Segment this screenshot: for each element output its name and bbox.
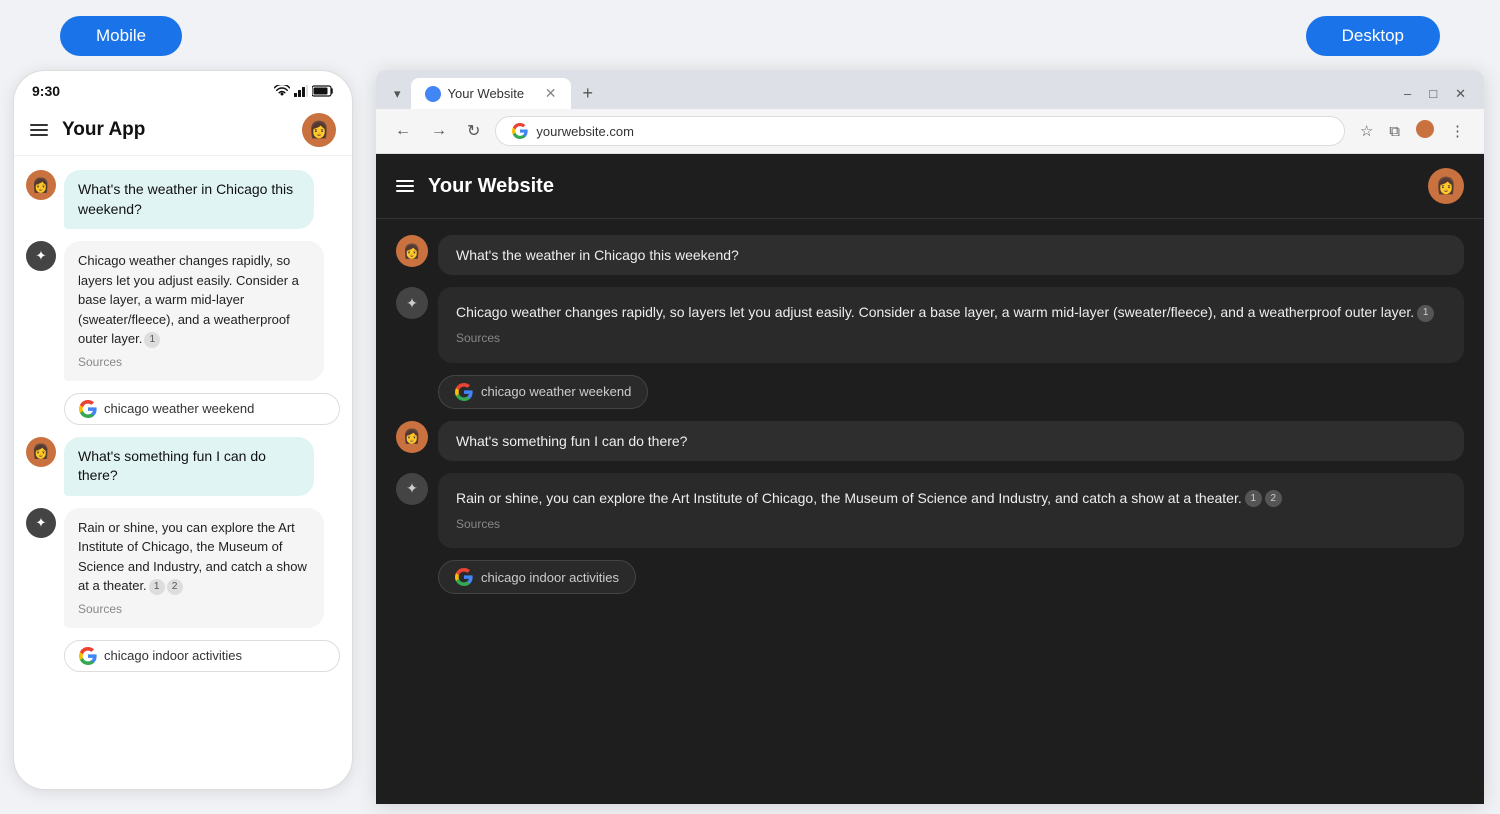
mobile-status-bar: 9:30 <box>14 71 352 105</box>
mobile-avatar[interactable]: 👩 <box>302 113 336 147</box>
browser-frame: ▾ Your Website ✕ + – □ ✕ <box>376 70 1484 804</box>
mobile-app-title: Your App <box>62 119 302 141</box>
close-button[interactable]: ✕ <box>1449 82 1472 106</box>
desktop-app-header: Your Website 👩 <box>376 154 1484 219</box>
mobile-ai-bubble-2: Rain or shine, you can explore the Art I… <box>64 508 324 628</box>
mobile-chat-area: 👩 What's the weather in Chicago this wee… <box>14 156 352 789</box>
mobile-header: Your App 👩 <box>14 105 352 156</box>
google-logo-1 <box>79 400 97 418</box>
bookmark-button[interactable]: ☆ <box>1355 119 1378 143</box>
extensions-button[interactable]: ⧉ <box>1384 120 1405 143</box>
desktop-user-avatar-2: 👩 <box>396 421 428 453</box>
mobile-chip-2-text: chicago indoor activities <box>104 648 242 663</box>
desktop-user-msg-2: 👩 What's something fun I can do there? <box>396 421 1464 461</box>
maximize-button[interactable]: □ <box>1423 82 1443 105</box>
tab-dropdown-button[interactable]: ▾ <box>388 82 407 106</box>
browser-window-controls: – □ ✕ <box>1398 82 1472 106</box>
desktop-ai-bubble-2: Rain or shine, you can explore the Art I… <box>438 473 1464 549</box>
desktop-ai-avatar-1: ✦ <box>396 287 428 319</box>
desktop-ai-bubble-1: Chicago weather changes rapidly, so laye… <box>438 287 1464 363</box>
mobile-status-icons <box>274 85 334 97</box>
mobile-chip-1-text: chicago weather weekend <box>104 401 254 416</box>
mobile-panel: 9:30 <box>0 60 360 814</box>
mobile-chip-2[interactable]: chicago indoor activities <box>64 640 340 672</box>
mobile-user-bubble-1: What's the weather in Chicago this weeke… <box>64 170 314 229</box>
wifi-icon <box>274 85 290 97</box>
toolbar-icons: ☆ ⧉ ⋮ <box>1355 117 1470 145</box>
signal-icon <box>294 85 308 97</box>
new-tab-button[interactable]: + <box>575 79 602 108</box>
desktop-user-bubble-2: What's something fun I can do there? <box>438 421 1464 461</box>
battery-icon <box>312 85 334 97</box>
back-button[interactable]: ← <box>390 120 416 142</box>
desktop-menu-icon[interactable] <box>396 180 414 192</box>
desktop-chip-1-text: chicago weather weekend <box>481 384 631 399</box>
browser-toolbar: ← → ↻ yourwebsite.com ☆ <box>376 109 1484 154</box>
tab-title: Your Website <box>448 86 525 101</box>
desktop-sources-2: Sources <box>456 515 1446 534</box>
url-text: yourwebsite.com <box>536 124 634 139</box>
menu-icon[interactable] <box>30 124 48 136</box>
footnote-2b: 2 <box>167 579 183 595</box>
desktop-user-avatar-1: 👩 <box>396 235 428 267</box>
mobile-ai-avatar-1: ✦ <box>26 241 56 271</box>
mobile-mode-button[interactable]: Mobile <box>60 16 182 56</box>
mobile-user-msg-1: 👩 What's the weather in Chicago this wee… <box>26 170 340 229</box>
profile-button[interactable] <box>1411 117 1439 145</box>
desktop-ai-avatar-2: ✦ <box>396 473 428 505</box>
d-footnote-1: 1 <box>1417 305 1434 322</box>
footnote-2a: 1 <box>149 579 165 595</box>
desktop-google-logo-2 <box>455 568 473 586</box>
mobile-chip-1[interactable]: chicago weather weekend <box>64 393 340 425</box>
desktop-app-title: Your Website <box>428 175 554 198</box>
mobile-ai-msg-1: ✦ Chicago weather changes rapidly, so la… <box>26 241 340 381</box>
d-footnote-2b: 2 <box>1265 490 1282 507</box>
desktop-chip-2[interactable]: chicago indoor activities <box>438 560 636 594</box>
desktop-google-logo-1 <box>455 383 473 401</box>
minimize-button[interactable]: – <box>1398 82 1417 105</box>
desktop-chip-2-text: chicago indoor activities <box>481 570 619 585</box>
tab-favicon <box>425 86 441 102</box>
forward-button[interactable]: → <box>426 120 452 142</box>
mobile-ai-avatar-2: ✦ <box>26 508 56 538</box>
desktop-ai-msg-2: ✦ Rain or shine, you can explore the Art… <box>396 473 1464 549</box>
desktop-user-bubble-1: What's the weather in Chicago this weeke… <box>438 235 1464 275</box>
mobile-user-bubble-2: What's something fun I can do there? <box>64 437 314 496</box>
address-bar[interactable]: yourwebsite.com <box>495 116 1344 146</box>
desktop-web-content: Your Website 👩 👩 What's the weather in C… <box>376 154 1484 804</box>
desktop-panel: ▾ Your Website ✕ + – □ ✕ <box>360 60 1500 814</box>
tab-close-button[interactable]: ✕ <box>545 85 557 102</box>
mobile-time: 9:30 <box>32 83 60 99</box>
mobile-sources-1: Sources <box>78 353 310 371</box>
desktop-user-avatar[interactable]: 👩 <box>1428 168 1464 204</box>
mobile-user-avatar-1: 👩 <box>26 170 56 200</box>
mobile-frame: 9:30 <box>13 70 353 790</box>
footnote-1: 1 <box>144 332 160 348</box>
desktop-chip-1[interactable]: chicago weather weekend <box>438 375 648 409</box>
desktop-chat-area: 👩 What's the weather in Chicago this wee… <box>376 219 1484 804</box>
refresh-button[interactable]: ↻ <box>462 119 485 143</box>
desktop-ai-msg-1: ✦ Chicago weather changes rapidly, so la… <box>396 287 1464 363</box>
mobile-user-avatar-2: 👩 <box>26 437 56 467</box>
google-address-icon <box>512 123 528 139</box>
desktop-mode-button[interactable]: Desktop <box>1306 16 1440 56</box>
browser-tab-active[interactable]: Your Website ✕ <box>411 78 571 109</box>
browser-title-bar: ▾ Your Website ✕ + – □ ✕ <box>376 70 1484 109</box>
mobile-user-msg-2: 👩 What's something fun I can do there? <box>26 437 340 496</box>
google-logo-2 <box>79 647 97 665</box>
browser-chrome: ▾ Your Website ✕ + – □ ✕ <box>376 70 1484 154</box>
d-footnote-2a: 1 <box>1245 490 1262 507</box>
mobile-sources-2: Sources <box>78 600 310 618</box>
mobile-ai-bubble-1: Chicago weather changes rapidly, so laye… <box>64 241 324 381</box>
menu-dots-button[interactable]: ⋮ <box>1445 119 1470 143</box>
desktop-sources-1: Sources <box>456 329 1446 348</box>
desktop-user-msg-1: 👩 What's the weather in Chicago this wee… <box>396 235 1464 275</box>
mobile-ai-msg-2: ✦ Rain or shine, you can explore the Art… <box>26 508 340 628</box>
